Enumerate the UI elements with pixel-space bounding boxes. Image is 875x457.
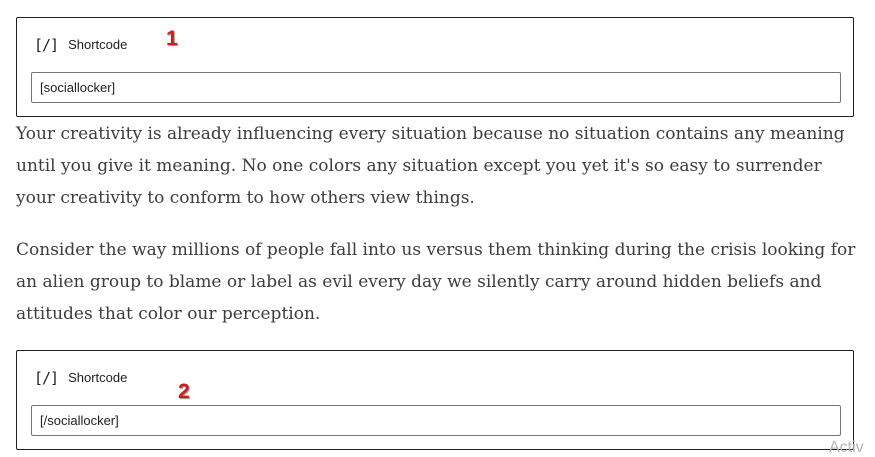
shortcode-icon: [/] xyxy=(34,36,59,54)
paragraph-2[interactable]: Consider the way millions of people fall… xyxy=(16,234,856,330)
shortcode-block-1[interactable]: [/] Shortcode xyxy=(16,17,854,117)
activation-watermark: Activ xyxy=(829,439,864,456)
shortcode-input-opening[interactable] xyxy=(31,72,841,103)
paragraph-1[interactable]: Your creativity is already influencing e… xyxy=(16,118,856,214)
block-title: Shortcode xyxy=(68,370,128,385)
shortcode-icon: [/] xyxy=(34,369,59,387)
annotation-number-1: 1 xyxy=(166,27,178,50)
shortcode-input-closing[interactable] xyxy=(31,405,841,436)
shortcode-block-2[interactable]: [/] Shortcode xyxy=(16,350,854,450)
block-title: Shortcode xyxy=(68,37,128,52)
block-header: [/] Shortcode xyxy=(34,35,127,55)
annotation-number-2: 2 xyxy=(178,380,190,403)
block-header: [/] Shortcode xyxy=(34,368,127,388)
